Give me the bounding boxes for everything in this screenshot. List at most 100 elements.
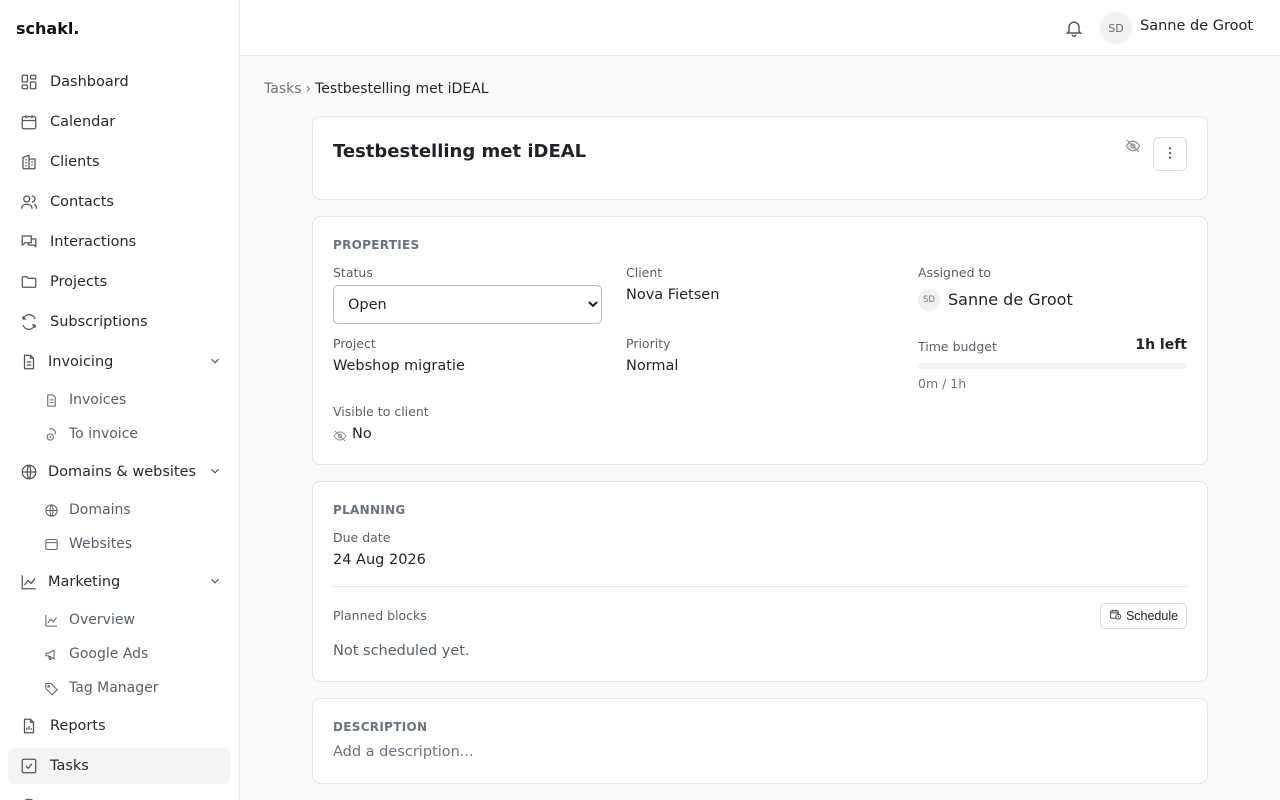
status-select[interactable]: Open <box>333 285 602 324</box>
sidebar-item-domains[interactable]: Domains <box>36 495 226 525</box>
sidebar-item-label: Tasks <box>50 758 89 774</box>
sidebar-item-label: Domains & websites <box>48 464 197 480</box>
sidebar-item-interactions[interactable]: Interactions <box>8 224 230 260</box>
sidebar-item-label: Google Ads <box>69 646 149 662</box>
globe-icon <box>44 503 59 518</box>
sidebar-group-invoicing[interactable]: Invoicing <box>8 344 230 380</box>
sidebar-item-tasks[interactable]: Tasks <box>8 748 230 784</box>
time-budget-label: Time budget <box>918 339 997 354</box>
sidebar-item-dashboard[interactable]: Dashboard <box>8 64 230 100</box>
users-icon <box>20 193 38 211</box>
eye-off-icon[interactable] <box>1125 138 1141 154</box>
more-options-button[interactable] <box>1153 137 1187 171</box>
properties-heading: PROPERTIES <box>333 238 420 252</box>
sidebar-item-to-invoice[interactable]: To invoice <box>36 419 226 449</box>
calendar-clock-icon <box>1109 608 1126 624</box>
sidebar-item-label: Subscriptions <box>50 314 148 330</box>
time-budget-remaining: 1h left <box>1135 337 1187 353</box>
sidebar-group-domains[interactable]: Domains & websites <box>8 454 230 490</box>
sidebar-item-label: Reports <box>50 718 106 734</box>
sidebar-item-overview[interactable]: Overview <box>36 605 226 635</box>
sidebar-item-websites[interactable]: Websites <box>36 529 226 559</box>
sidebar-item-label: Tag Manager <box>69 680 159 696</box>
chevron-down-icon[interactable] <box>208 354 222 368</box>
description-heading: DESCRIPTION <box>333 720 428 734</box>
properties-card: PROPERTIES Status Open Client Nova Fiets… <box>312 216 1208 465</box>
sidebar-item-reports[interactable]: Reports <box>8 708 230 744</box>
sidebar-item-calendar[interactable]: Calendar <box>8 104 230 140</box>
sidebar-item-contacts[interactable]: Contacts <box>8 184 230 220</box>
refresh-icon <box>20 313 38 331</box>
breadcrumb-link-tasks[interactable]: Tasks <box>264 81 302 97</box>
user-name[interactable]: Sanne de Groot <box>1140 18 1253 34</box>
checkbox-icon <box>20 757 38 775</box>
building-icon <box>20 153 38 171</box>
chat-icon <box>20 233 38 251</box>
app-logo[interactable]: schakl. <box>0 0 239 56</box>
status-label: Status <box>333 265 373 280</box>
breadcrumb-separator: › <box>305 81 312 97</box>
eye-off-icon <box>333 428 347 442</box>
sidebar-item-label: Contacts <box>50 194 114 210</box>
due-date-label: Due date <box>333 530 391 545</box>
sidebar-item-subscriptions[interactable]: Subscriptions <box>8 304 230 340</box>
report-icon <box>20 717 38 735</box>
browser-window-icon <box>44 537 59 552</box>
line-chart-icon <box>20 573 38 591</box>
not-scheduled-text: Not scheduled yet. <box>333 643 470 659</box>
breadcrumb-current: Testbestelling met iDEAL <box>315 81 489 97</box>
more-vertical-icon <box>1162 145 1178 164</box>
priority-value: Normal <box>626 358 679 374</box>
chevron-down-icon[interactable] <box>208 464 222 478</box>
chevron-down-icon[interactable] <box>208 574 222 588</box>
project-label: Project <box>333 336 376 351</box>
sidebar-item-clients[interactable]: Clients <box>8 144 230 180</box>
description-input[interactable]: Add a description... <box>333 744 474 760</box>
sidebar-item-tag-manager[interactable]: Tag Manager <box>36 673 226 703</box>
planned-blocks-label: Planned blocks <box>333 608 427 623</box>
dashboard-icon <box>20 73 38 91</box>
file-clock-icon <box>44 427 59 442</box>
bell-icon[interactable] <box>1064 18 1084 38</box>
calendar-icon <box>20 113 38 131</box>
sidebar: schakl. Dashboard Calendar Clients Conta… <box>0 0 240 800</box>
page-title: Testbestelling met iDEAL <box>333 141 587 162</box>
assigned-label: Assigned to <box>918 265 992 280</box>
description-card: DESCRIPTION Add a description... <box>312 698 1208 784</box>
planning-heading: PLANNING <box>333 503 406 517</box>
sidebar-group-marketing[interactable]: Marketing <box>8 564 230 600</box>
sidebar-item-label: Overview <box>69 612 135 628</box>
sidebar-item-label: Invoices <box>69 392 127 408</box>
visible-label: Visible to client <box>333 404 429 419</box>
time-budget-meta: 0m / 1h <box>918 376 967 391</box>
sidebar-item-label: Websites <box>69 536 133 552</box>
schedule-button[interactable]: Schedule <box>1100 603 1187 629</box>
sidebar-item-more[interactable] <box>8 788 230 800</box>
tag-icon <box>44 681 59 696</box>
document-icon <box>20 353 38 371</box>
client-value[interactable]: Nova Fietsen <box>626 287 719 303</box>
planning-card: PLANNING Due date 24 Aug 2026 Planned bl… <box>312 481 1208 682</box>
top-bar: SD Sanne de Groot <box>240 0 1280 56</box>
task-header-card: Testbestelling met iDEAL <box>312 116 1208 200</box>
client-label: Client <box>626 265 663 280</box>
time-budget-progress <box>918 363 1187 369</box>
sidebar-item-label: Interactions <box>50 234 137 250</box>
priority-label: Priority <box>626 336 671 351</box>
sidebar-item-projects[interactable]: Projects <box>8 264 230 300</box>
assignee-name[interactable]: Sanne de Groot <box>948 290 1073 309</box>
sidebar-item-label: Marketing <box>48 574 121 590</box>
folder-icon <box>20 273 38 291</box>
sidebar-item-label: To invoice <box>69 426 139 442</box>
avatar[interactable]: SD <box>1100 12 1132 44</box>
sidebar-item-label: Dashboard <box>50 74 129 90</box>
sidebar-item-google-ads[interactable]: Google Ads <box>36 639 226 669</box>
sidebar-item-label: Invoicing <box>48 354 114 370</box>
sidebar-item-label: Clients <box>50 154 100 170</box>
due-date-value[interactable]: 24 Aug 2026 <box>333 552 426 568</box>
assignee-avatar: SD <box>918 289 940 311</box>
sidebar-item-invoices[interactable]: Invoices <box>36 385 226 415</box>
project-value[interactable]: Webshop migratie <box>333 358 465 374</box>
sidebar-item-label: Domains <box>69 502 131 518</box>
file-icon <box>44 393 59 408</box>
